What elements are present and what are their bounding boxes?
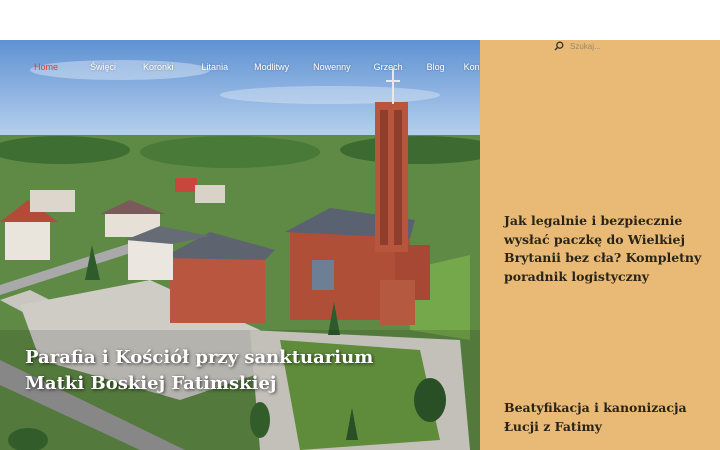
main-nav: Home Święci Koronki Litania Modlitwy Now…	[34, 62, 494, 72]
sidebar-post-title[interactable]: Beatyfikacja i kanonizacja Łucji z Fatim…	[504, 399, 704, 436]
nav-item-grzech[interactable]: Grzech	[374, 62, 403, 72]
search-input[interactable]	[570, 41, 690, 51]
nav-item-swieci[interactable]: Święci	[90, 62, 116, 72]
nav-item-nowenny[interactable]: Nowenny	[313, 62, 351, 72]
nav-item-modlitwy[interactable]: Modlitwy	[254, 62, 289, 72]
search-box	[554, 41, 690, 51]
nav-item-home[interactable]: Home	[34, 62, 58, 72]
nav-item-blog[interactable]: Blog	[427, 62, 445, 72]
nav-item-koronki[interactable]: Koronki	[143, 62, 174, 72]
nav-item-litania[interactable]: Litania	[202, 62, 229, 72]
hero-title: Parafia i Kościół przy sanktuarium Matki…	[25, 347, 374, 394]
search-icon[interactable]	[554, 41, 564, 51]
top-bar	[0, 0, 720, 40]
sidebar-post-title[interactable]: Jak legalnie i bezpiecznie wysłać paczkę…	[504, 212, 704, 286]
